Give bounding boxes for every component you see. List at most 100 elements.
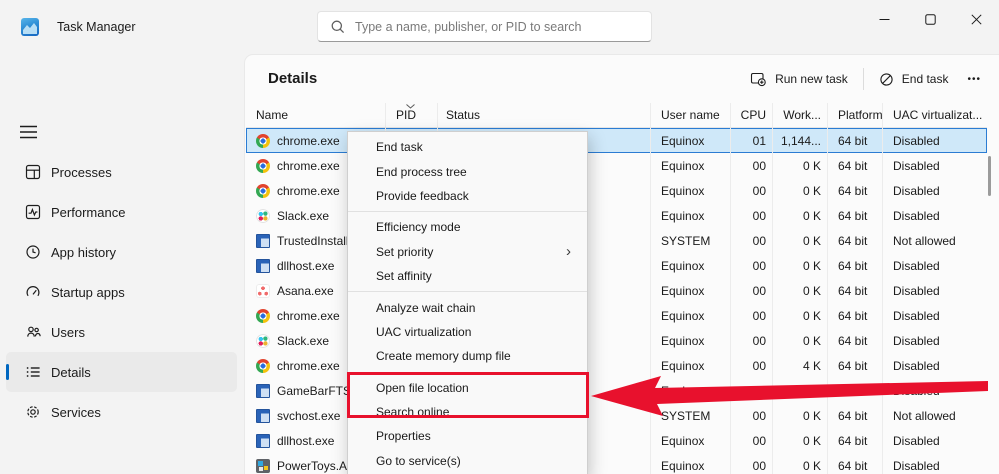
platform-cell: 64 bit [828, 178, 883, 203]
platform-cell: 64 bit [828, 203, 883, 228]
close-button[interactable] [953, 0, 999, 38]
working-set-cell: 4 K [773, 353, 828, 378]
process-icon [256, 459, 270, 473]
process-icon [256, 259, 270, 273]
process-icon [256, 284, 270, 298]
process-icon [256, 134, 270, 148]
page-title: Details [268, 55, 317, 103]
cpu-cell: 00 [731, 178, 773, 203]
column-header-uac[interactable]: UAC virtualizat... [883, 103, 987, 127]
menu-item-properties[interactable]: Properties [348, 424, 587, 448]
working-set-cell: 0 K [773, 203, 828, 228]
uac-cell: Disabled [883, 128, 987, 153]
column-header-cpu[interactable]: CPU [731, 103, 773, 127]
user-name-cell: Equinox [651, 353, 731, 378]
process-icon [256, 184, 270, 198]
column-header-pid[interactable]: PID [386, 103, 438, 127]
sidebar-item-app-history[interactable]: App history [6, 232, 237, 272]
platform-cell: 64 bit [828, 428, 883, 453]
cpu-cell: 00 [731, 378, 773, 403]
column-header-working-set[interactable]: Work... [773, 103, 828, 127]
working-set-cell: 0 K [773, 328, 828, 353]
processes-icon [25, 164, 41, 180]
uac-cell: Disabled [883, 203, 987, 228]
menu-separator [348, 291, 587, 292]
process-name: Slack.exe [277, 334, 329, 348]
process-name: TrustedInstall [277, 234, 349, 248]
platform-cell: 64 bit [828, 128, 883, 153]
working-set-cell: 0 K [773, 228, 828, 253]
search-icon [330, 19, 346, 35]
hamburger-menu-icon[interactable] [15, 119, 41, 145]
search-input[interactable] [355, 20, 651, 34]
services-gear-icon [25, 404, 41, 420]
uac-cell: Not allowed [883, 228, 987, 253]
menu-item-end-task[interactable]: End task [348, 135, 587, 159]
uac-cell: Disabled [883, 303, 987, 328]
run-new-task-button[interactable]: Run new task [741, 65, 857, 93]
run-new-task-icon [750, 71, 767, 87]
vertical-scrollbar-thumb[interactable] [988, 156, 991, 196]
menu-item-set-priority[interactable]: Set priority› [348, 240, 587, 264]
process-icon [256, 434, 270, 448]
uac-cell: Disabled [883, 353, 987, 378]
working-set-cell: 0 K [773, 428, 828, 453]
user-name-cell: Equinox [651, 128, 731, 153]
platform-cell: 64 bit [828, 303, 883, 328]
menu-item-analyze-wait-chain[interactable]: Analyze wait chain [348, 295, 587, 319]
sidebar-item-performance[interactable]: Performance [6, 192, 237, 232]
menu-item-provide-feedback[interactable]: Provide feedback [348, 184, 587, 208]
process-icon [256, 384, 270, 398]
column-header-platform[interactable]: Platform [828, 103, 883, 127]
toolbar-divider [863, 68, 864, 90]
cpu-cell: 00 [731, 353, 773, 378]
end-task-button[interactable]: End task [870, 66, 958, 93]
process-name: chrome.exe [277, 134, 340, 148]
platform-cell: 64 bit [828, 328, 883, 353]
process-icon [256, 359, 270, 373]
sidebar-item-users[interactable]: Users [6, 312, 237, 352]
more-options-icon[interactable]: ••• [957, 68, 989, 91]
platform-cell: 64 bit [828, 453, 883, 474]
process-name: PowerToys.A [277, 459, 347, 473]
cpu-cell: 00 [731, 403, 773, 428]
process-name: dllhost.exe [277, 434, 334, 448]
process-icon [256, 309, 270, 323]
sidebar-item-details[interactable]: Details [6, 352, 237, 392]
sidebar-item-startup-apps[interactable]: Startup apps [6, 272, 237, 312]
details-list-icon [25, 364, 41, 380]
sidebar-item-processes[interactable]: Processes [6, 152, 237, 192]
menu-item-go-to-services[interactable]: Go to service(s) [348, 449, 587, 473]
end-task-icon [879, 72, 894, 87]
uac-cell: Disabled [883, 453, 987, 474]
process-name: chrome.exe [277, 309, 340, 323]
uac-cell: Disabled [883, 278, 987, 303]
user-name-cell: Equinox [651, 278, 731, 303]
maximize-button[interactable] [907, 0, 953, 38]
menu-item-efficiency-mode[interactable]: Efficiency mode [348, 215, 587, 239]
app-title: Task Manager [57, 0, 136, 55]
selected-accent-bar [6, 364, 9, 380]
working-set-cell: 0 K [773, 453, 828, 474]
sidebar-item-services[interactable]: Services [6, 392, 237, 432]
cpu-cell: 00 [731, 253, 773, 278]
menu-item-uac-virtualization[interactable]: UAC virtualization [348, 320, 587, 344]
working-set-cell: 0 K [773, 378, 828, 403]
menu-item-create-memory-dump[interactable]: Create memory dump file [348, 344, 587, 368]
column-header-name[interactable]: Name [246, 103, 386, 127]
user-name-cell: Equinox [651, 328, 731, 353]
cpu-cell: 00 [731, 203, 773, 228]
platform-cell: 64 bit [828, 153, 883, 178]
menu-item-end-process-tree[interactable]: End process tree [348, 159, 587, 183]
gauge-icon [25, 284, 41, 300]
minimize-button[interactable] [861, 0, 907, 38]
user-name-cell: Equinox [651, 378, 731, 403]
menu-item-set-affinity[interactable]: Set affinity [348, 264, 587, 288]
uac-cell: Disabled [883, 253, 987, 278]
platform-cell: 64 bit [828, 253, 883, 278]
column-header-status[interactable]: Status [438, 103, 651, 127]
user-name-cell: Equinox [651, 178, 731, 203]
uac-cell: Not allowed [883, 403, 987, 428]
column-header-user-name[interactable]: User name [651, 103, 731, 127]
platform-cell: 64 bit [828, 353, 883, 378]
